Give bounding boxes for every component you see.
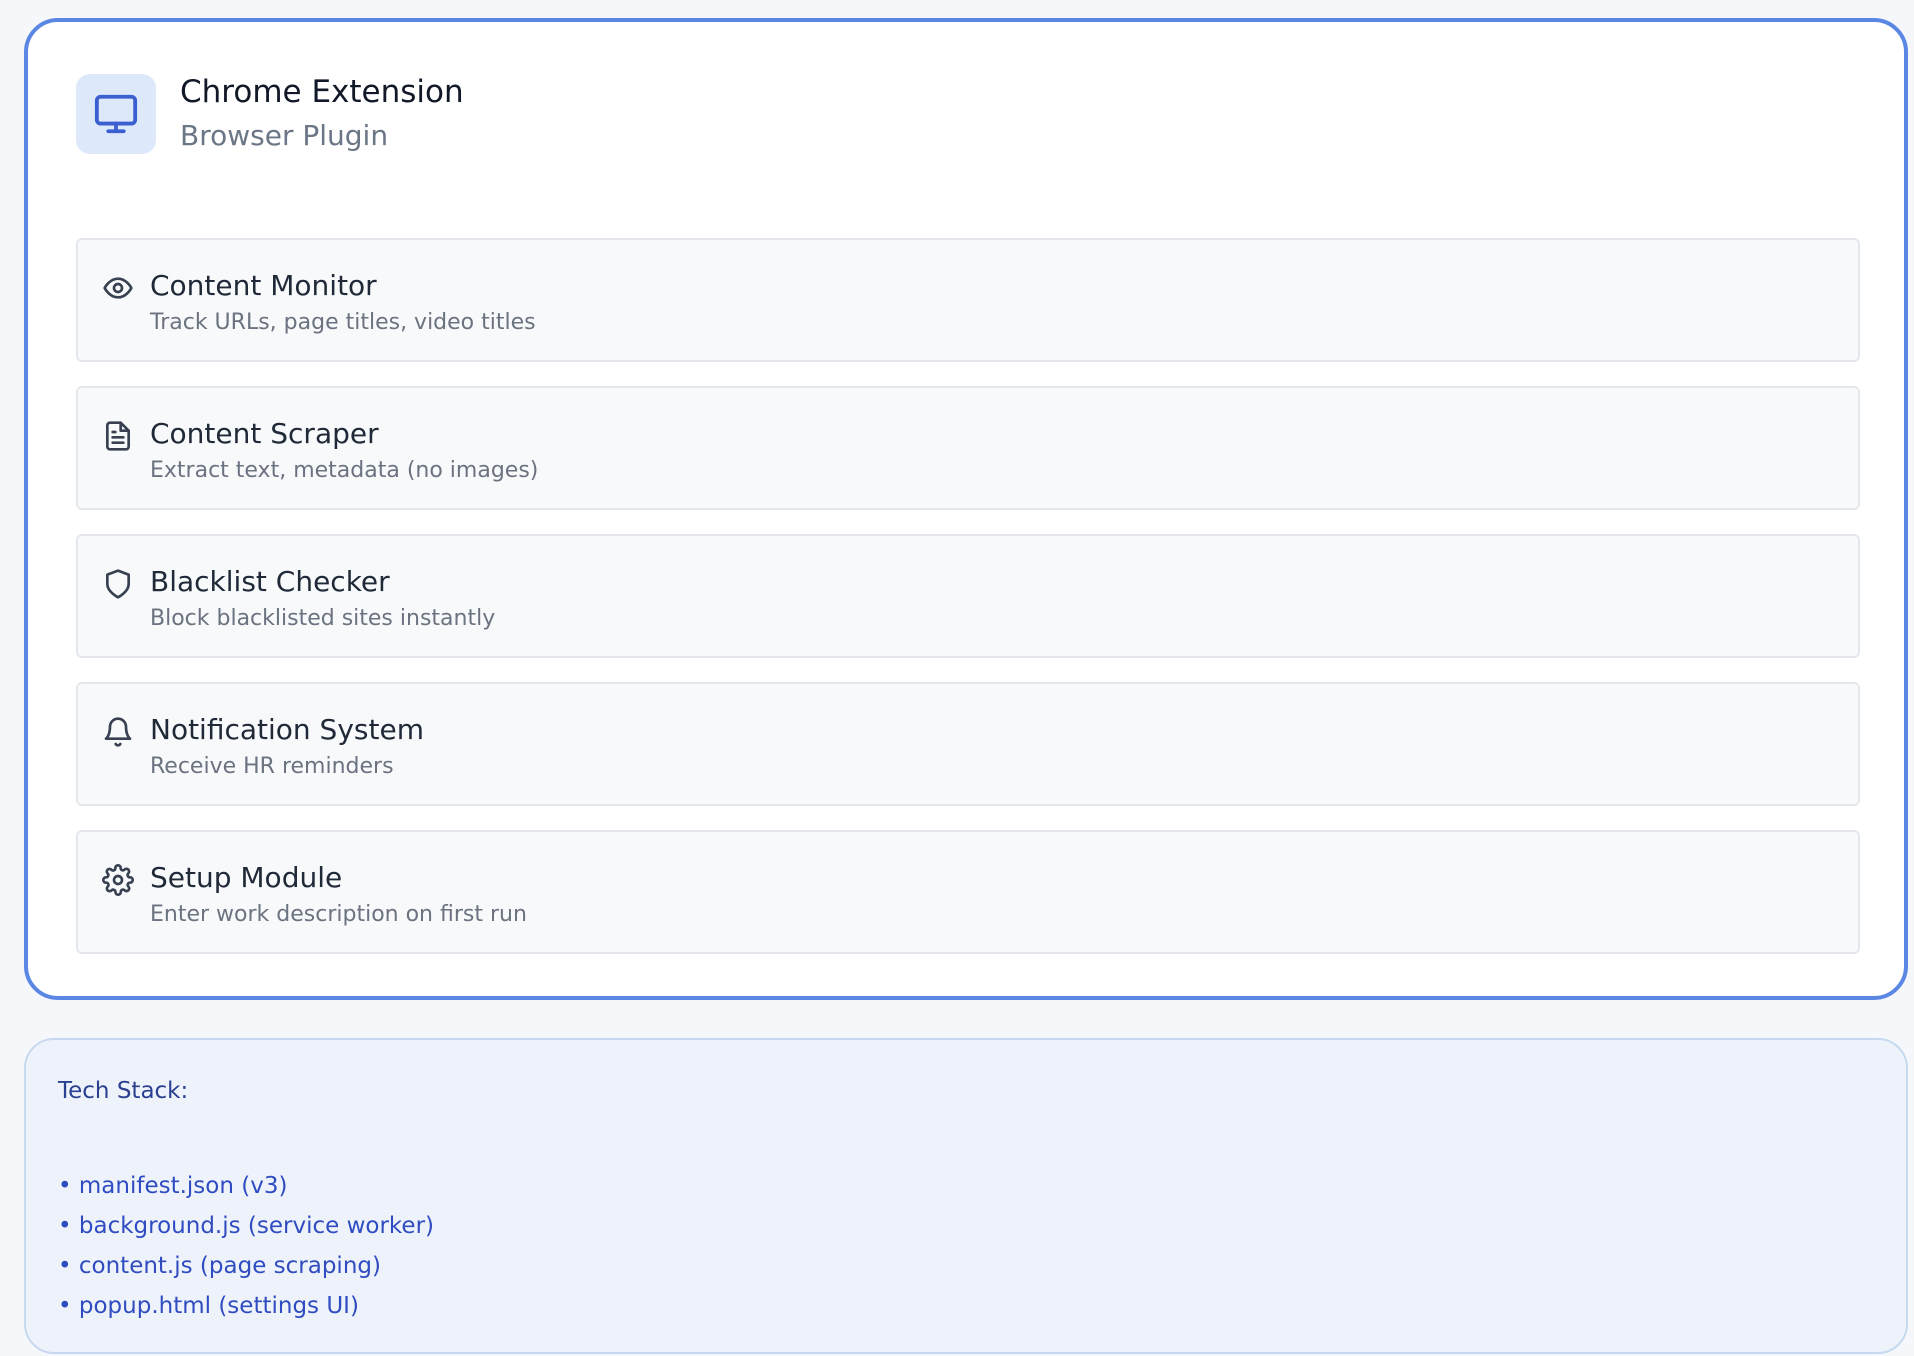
feature-blacklist-checker[interactable]: Blacklist Checker Block blacklisted site… bbox=[76, 534, 1860, 658]
tech-stack-panel: Tech Stack: • manifest.json (v3) • backg… bbox=[24, 1038, 1908, 1354]
feature-setup-module[interactable]: Setup Module Enter work description on f… bbox=[76, 830, 1860, 954]
feature-description: Track URLs, page titles, video titles bbox=[150, 310, 536, 335]
monitor-icon bbox=[76, 74, 156, 154]
eye-icon bbox=[102, 272, 134, 304]
feature-description: Enter work description on first run bbox=[150, 902, 527, 927]
card-subtitle: Browser Plugin bbox=[180, 119, 389, 152]
feature-content-monitor[interactable]: Content Monitor Track URLs, page titles,… bbox=[76, 238, 1860, 362]
gear-icon bbox=[102, 864, 134, 896]
feature-description: Extract text, metadata (no images) bbox=[150, 458, 539, 483]
feature-title: Content Monitor bbox=[150, 269, 377, 302]
list-item: • popup.html (settings UI) bbox=[58, 1293, 359, 1319]
feature-notification-system[interactable]: Notification System Receive HR reminders bbox=[76, 682, 1860, 806]
list-item: • content.js (page scraping) bbox=[58, 1253, 381, 1279]
feature-description: Receive HR reminders bbox=[150, 754, 394, 779]
card-title: Chrome Extension bbox=[180, 74, 464, 110]
bell-icon bbox=[102, 716, 134, 748]
feature-title: Notification System bbox=[150, 713, 424, 746]
feature-title: Content Scraper bbox=[150, 417, 379, 450]
feature-list: Content Monitor Track URLs, page titles,… bbox=[76, 238, 1860, 978]
feature-title: Setup Module bbox=[150, 861, 343, 894]
header-text: Chrome Extension Browser Plugin bbox=[180, 72, 464, 156]
card-header: Chrome Extension Browser Plugin bbox=[76, 72, 464, 156]
shield-icon bbox=[102, 568, 134, 600]
tech-stack-list: • manifest.json (v3) • background.js (se… bbox=[58, 1166, 1876, 1326]
list-item: • manifest.json (v3) bbox=[58, 1173, 288, 1199]
tech-stack-title: Tech Stack: bbox=[58, 1078, 189, 1104]
extension-card: Chrome Extension Browser Plugin Content … bbox=[24, 18, 1908, 1000]
feature-content-scraper[interactable]: Content Scraper Extract text, metadata (… bbox=[76, 386, 1860, 510]
feature-title: Blacklist Checker bbox=[150, 565, 390, 598]
list-item: • background.js (service worker) bbox=[58, 1213, 434, 1239]
document-icon bbox=[102, 420, 134, 452]
feature-description: Block blacklisted sites instantly bbox=[150, 606, 496, 631]
